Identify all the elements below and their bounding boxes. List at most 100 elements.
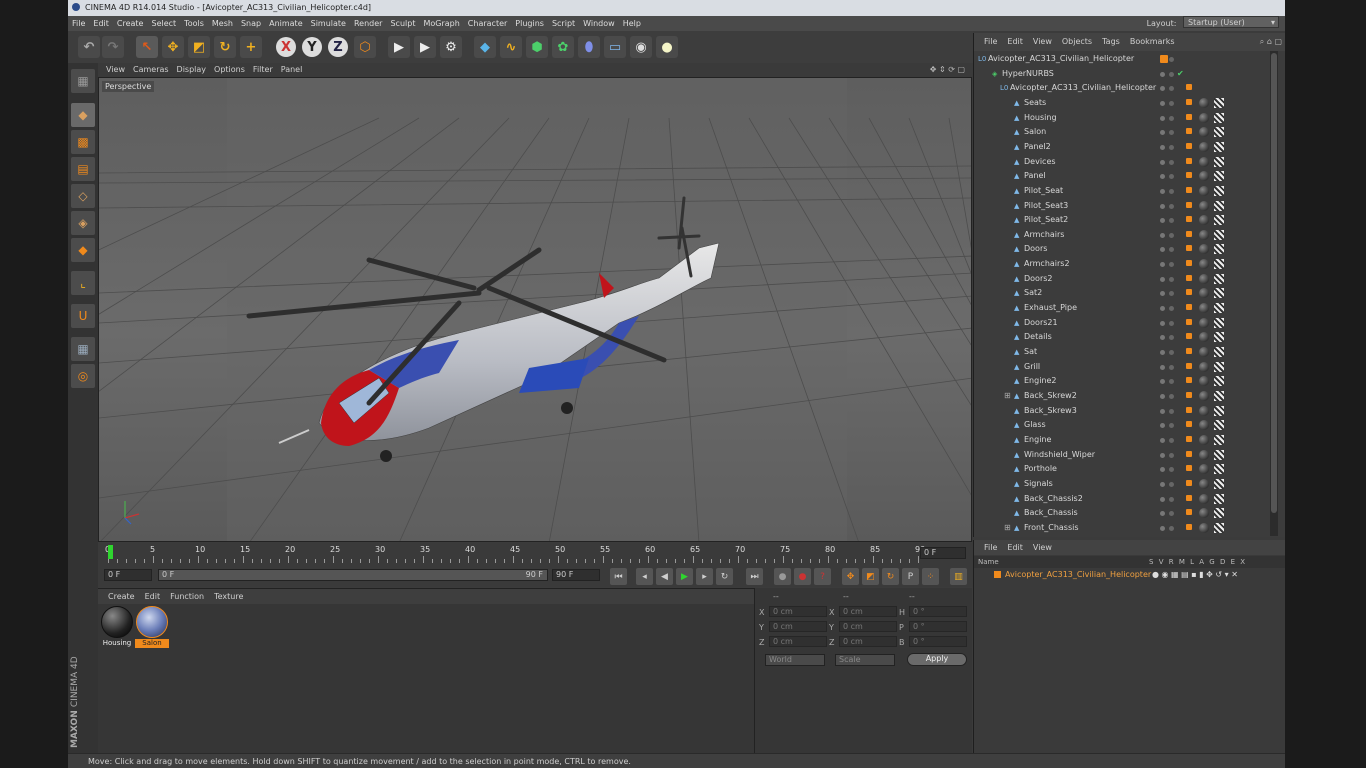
menu-item-simulate[interactable]: Simulate — [311, 19, 346, 28]
uvw-tag-icon[interactable] — [1214, 244, 1224, 255]
uvw-tag-icon[interactable] — [1214, 493, 1224, 504]
visibility-editor-icon[interactable] — [1160, 393, 1165, 399]
material-tag-icon[interactable] — [1199, 112, 1209, 123]
menu-item-create[interactable]: Create — [117, 19, 144, 28]
material-tag-icon[interactable] — [1199, 229, 1209, 240]
menu-item-mesh[interactable]: Mesh — [212, 19, 233, 28]
uvw-tag-icon[interactable] — [1214, 229, 1224, 240]
coords-value-field[interactable]: 0 cm — [839, 621, 897, 632]
visibility-render-icon[interactable] — [1169, 335, 1174, 341]
object-hypernurbs[interactable]: ◈ HyperNURBS ✔ — [974, 67, 1270, 82]
uvw-tag-icon[interactable] — [1214, 288, 1224, 299]
visibility-render-icon[interactable] — [1169, 262, 1174, 268]
material-menu-function[interactable]: Function — [170, 592, 204, 601]
array-icon[interactable]: ✿ — [552, 36, 574, 58]
key-position-button[interactable]: ✥ — [842, 568, 859, 585]
menu-item-animate[interactable]: Animate — [269, 19, 303, 28]
uvw-tag-icon[interactable] — [1214, 347, 1224, 357]
visibility-render-icon[interactable] — [1169, 218, 1174, 224]
visibility-editor-icon[interactable] — [1160, 335, 1165, 341]
material-tag-icon[interactable] — [1199, 127, 1209, 138]
uvw-tag-icon[interactable] — [1214, 215, 1224, 226]
phong-tag-icon[interactable] — [1186, 274, 1192, 281]
material-tag-icon[interactable] — [1199, 508, 1209, 519]
viewport-menu-options[interactable]: Options — [214, 65, 245, 74]
object-menu-file[interactable]: File — [984, 37, 997, 46]
visibility-render-icon[interactable] — [1169, 71, 1174, 77]
prev-frame-button[interactable]: ◀ — [656, 568, 673, 585]
uvw-tag-icon[interactable] — [1214, 141, 1224, 152]
menu-item-file[interactable]: File — [72, 19, 85, 28]
axis-mode-button[interactable]: ⌞ — [71, 271, 95, 295]
uvw-tag-icon[interactable] — [1214, 464, 1224, 475]
viewport-menu-cameras[interactable]: Cameras — [133, 65, 169, 74]
material-menu-edit[interactable]: Edit — [145, 592, 161, 601]
visibility-editor-icon[interactable] — [1160, 247, 1165, 253]
object-item[interactable]: ▲ Armchairs2 — [974, 257, 1270, 272]
phong-tag-icon[interactable] — [1186, 348, 1192, 354]
material-tag-icon[interactable] — [1199, 420, 1209, 431]
key-pla-button[interactable]: ⁘ — [922, 568, 939, 585]
layer-flags-icons[interactable]: ● ◉ ▦ ▤ ▪ ▮ ✥ ↺ ▾ ✕ — [1152, 568, 1238, 581]
visibility-render-icon[interactable] — [1169, 232, 1174, 238]
visibility-editor-icon[interactable] — [1160, 188, 1165, 194]
visibility-editor-icon[interactable] — [1160, 276, 1165, 282]
uvw-tag-icon[interactable] — [1214, 420, 1224, 431]
object-item[interactable]: ▲ Pilot_Seat2 — [974, 213, 1270, 228]
uvw-tag-icon[interactable] — [1214, 434, 1224, 445]
object-item[interactable]: ⊞ ▲ Front_Chassis — [974, 521, 1270, 536]
scale-tool-button[interactable]: ◩ — [188, 36, 210, 58]
phong-tag-icon[interactable] — [1186, 142, 1192, 149]
record-key-button[interactable]: ● — [774, 568, 791, 585]
rotate-tool-button[interactable]: ↻ — [214, 36, 236, 58]
playhead[interactable] — [108, 545, 113, 559]
timeline-scheme-button[interactable]: ▥ — [950, 568, 967, 585]
uvw-tag-icon[interactable] — [1214, 112, 1224, 123]
visibility-editor-icon[interactable] — [1160, 379, 1165, 385]
object-menu-view[interactable]: View — [1033, 37, 1052, 46]
undo-button[interactable]: ↶ — [78, 36, 100, 58]
material-tag-icon[interactable] — [1199, 141, 1209, 152]
search-icon[interactable]: ⌕ ⌂ ▢ — [1260, 33, 1282, 51]
visibility-editor-icon[interactable] — [1160, 320, 1165, 326]
phong-tag-icon[interactable] — [1186, 84, 1192, 91]
phong-tag-icon[interactable] — [1186, 98, 1192, 105]
timeline-ruler[interactable]: 051015202530354045505560657075808590 0 F — [98, 543, 973, 565]
frame-range-slider[interactable]: 0 F 90 F — [158, 569, 548, 581]
phong-tag-icon[interactable] — [1186, 172, 1192, 179]
visibility-editor-icon[interactable] — [1160, 71, 1165, 77]
menu-item-plugins[interactable]: Plugins — [515, 19, 544, 28]
object-item[interactable]: ▲ Seats — [974, 96, 1270, 111]
redo-button[interactable]: ↷ — [102, 36, 124, 58]
visibility-render-icon[interactable] — [1169, 437, 1174, 443]
goto-start-button[interactable]: ⏮ — [610, 568, 627, 585]
phong-tag-icon[interactable] — [1186, 157, 1192, 164]
visibility-render-icon[interactable] — [1169, 100, 1174, 106]
visibility-editor-icon[interactable] — [1160, 467, 1165, 473]
visibility-editor-icon[interactable] — [1160, 174, 1165, 180]
render-picture-viewer-button[interactable]: ▶ — [414, 36, 436, 58]
uvw-tag-icon[interactable] — [1214, 522, 1224, 533]
visibility-render-icon[interactable] — [1169, 144, 1174, 150]
phong-tag-icon[interactable] — [1186, 128, 1192, 135]
render-view-button[interactable]: ▶ — [388, 36, 410, 58]
coordinate-space-dropdown[interactable]: World — [765, 654, 825, 666]
make-editable-button[interactable]: ▦ — [71, 69, 95, 93]
visibility-editor-icon[interactable] — [1160, 452, 1165, 458]
material-tag-icon[interactable] — [1199, 244, 1209, 255]
uvw-tag-icon[interactable] — [1214, 361, 1224, 372]
viewport-menu-view[interactable]: View — [106, 65, 125, 74]
phong-tag-icon[interactable] — [1186, 333, 1192, 340]
visibility-editor-icon[interactable] — [1160, 203, 1165, 209]
phong-tag-icon[interactable] — [1186, 201, 1192, 208]
phong-tag-icon[interactable] — [1186, 406, 1192, 413]
menu-item-window[interactable]: Window — [583, 19, 615, 28]
uvw-tag-icon[interactable] — [1214, 200, 1224, 211]
coords-value-field[interactable]: 0 cm — [769, 606, 827, 617]
menu-item-help[interactable]: Help — [623, 19, 641, 28]
apply-button[interactable]: Apply — [907, 653, 967, 666]
texture-mode-button[interactable]: ▩ — [71, 130, 95, 154]
object-item[interactable]: ▲ Doors21 — [974, 316, 1270, 331]
viewport-menu-display[interactable]: Display — [177, 65, 207, 74]
material-tag-icon[interactable] — [1199, 464, 1209, 475]
